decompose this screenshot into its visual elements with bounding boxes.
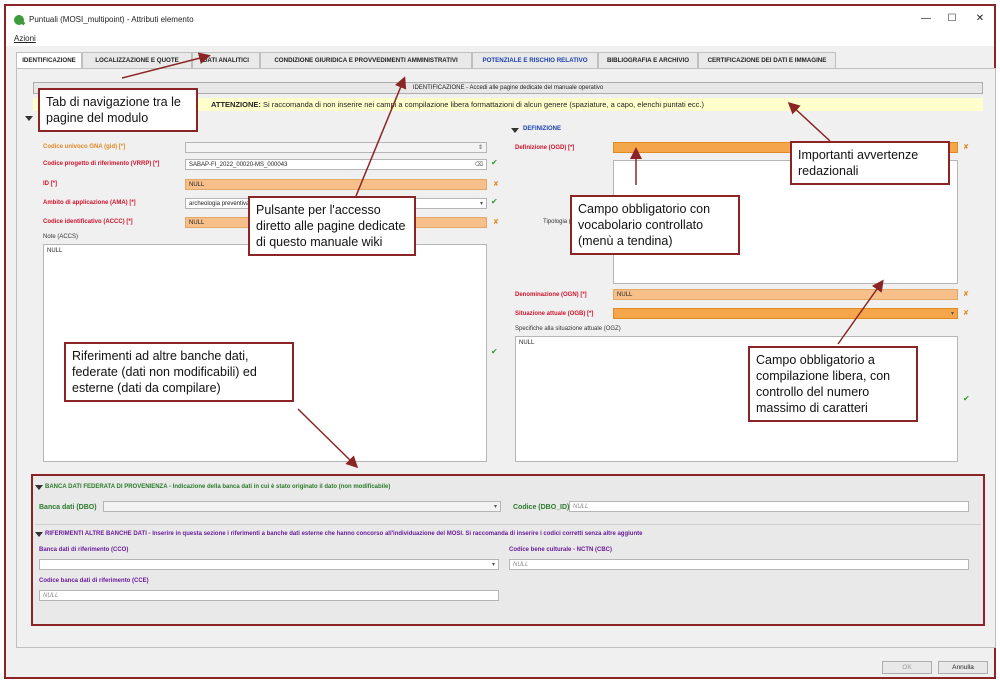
tab-bibliografia[interactable]: BIBLIOGRAFIA E ARCHIVIO: [598, 52, 698, 68]
callout-wiki: Pulsante per l'accesso diretto alle pagi…: [248, 196, 416, 256]
cbc-field[interactable]: NULL: [509, 559, 969, 570]
chevron-down-icon[interactable]: ▾: [480, 199, 483, 208]
tab-potenziale-rischio[interactable]: POTENZIALE E RISCHIO RELATIVO: [472, 52, 598, 68]
accs-valid-icon: ✔: [491, 347, 498, 356]
chevron-down-icon[interactable]: ▾: [951, 309, 954, 318]
banche-dati-box: BANCA DATI FEDERATA DI PROVENIENZA - Ind…: [31, 474, 985, 626]
collapse-federata-icon[interactable]: [35, 485, 43, 490]
ogz-label: Specifiche alla situazione attuale (OGZ): [515, 326, 621, 332]
maximize-button[interactable]: ☐: [940, 11, 964, 27]
dbo-id-label: Codice (DBO_ID): [513, 504, 570, 511]
menu-bar: Azioni: [6, 32, 994, 46]
ogd-label: Definizione (OGD) [*]: [515, 145, 575, 151]
id-label: ID [*]: [43, 181, 57, 187]
cce-label: Codice banca dati di riferimento (CCE): [39, 578, 149, 584]
tab-dati-analitici[interactable]: DATI ANALITICI: [192, 52, 260, 68]
cce-field[interactable]: NULL: [39, 590, 499, 601]
vrrp-label: Codice progetto di riferimento (VRRP) [*…: [43, 161, 160, 167]
tab-localizzazione[interactable]: LOCALIZZAZIONE E QUOTE: [82, 52, 192, 68]
spin-icon[interactable]: ⇕: [478, 143, 483, 152]
ogb-label: Situazione attuale (OGB) [*]: [515, 311, 594, 317]
warning-text: Si raccomanda di non inserire nei campi …: [260, 100, 705, 109]
callout-avvertenze: Importanti avvertenze redazionali: [790, 141, 950, 185]
gid-field[interactable]: ⇕: [185, 142, 487, 153]
ogb-invalid-icon: ✘: [963, 310, 969, 317]
callout-vocabolario: Campo obbligatorio con vocabolario contr…: [570, 195, 740, 255]
id-invalid-icon: ✘: [493, 181, 499, 188]
ogb-select[interactable]: ▾: [613, 308, 958, 319]
definizione-section-title: DEFINIZIONE: [523, 126, 562, 132]
qgis-logo-icon: [14, 15, 24, 25]
ogn-field[interactable]: NULL: [613, 289, 958, 300]
dbo-id-field[interactable]: NULL: [569, 501, 969, 512]
cbc-label: Codice bene culturale - NCTN (CBC): [509, 547, 613, 553]
vrrp-value: SABAP-FI_2022_00020-MS_000043: [189, 162, 288, 168]
window-title: Puntuali (MOSI_multipoint) - Attributi e…: [29, 15, 194, 24]
vrrp-valid-icon: ✔: [491, 158, 498, 167]
divider: [35, 524, 981, 525]
ogn-label: Denominazione (OGN) [*]: [515, 292, 587, 298]
chevron-down-icon[interactable]: ▾: [492, 560, 495, 569]
dbo-select[interactable]: ▾: [103, 501, 501, 512]
dbo-label: Banca dati (DBO): [39, 504, 97, 511]
warning-prefix: ATTENZIONE:: [211, 100, 261, 109]
federata-title: BANCA DATI FEDERATA DI PROVENIENZA - Ind…: [45, 484, 391, 490]
chevron-down-icon[interactable]: ▾: [494, 502, 497, 511]
tab-condizione-giuridica[interactable]: CONDIZIONE GIURIDICA E PROVVEDIMENTI AMM…: [260, 52, 472, 68]
id-field[interactable]: NULL: [185, 179, 487, 190]
ogz-valid-icon: ✔: [963, 394, 970, 403]
ama-valid-icon: ✔: [491, 197, 498, 206]
ama-label: Ambito di applicazione (AMA) [*]: [43, 200, 136, 206]
cco-label: Banca dati di riferimento (CCO): [39, 547, 129, 553]
ogd-invalid-icon: ✘: [963, 144, 969, 151]
callout-libera: Campo obbligatorio a compilazione libera…: [748, 346, 918, 422]
title-bar: Puntuali (MOSI_multipoint) - Attributi e…: [6, 6, 994, 32]
altre-title: RIFERIMENTI ALTRE BANCHE DATI - Inserire…: [45, 531, 643, 537]
vrrp-field[interactable]: SABAP-FI_2022_00020-MS_000043 ⌫: [185, 159, 487, 170]
gid-label: Codice univoco GNA (gid) [*]: [43, 144, 126, 150]
accc-label: Codice identificativo (ACCC) [*]: [43, 219, 133, 225]
collapse-altre-icon[interactable]: [35, 532, 43, 537]
cancel-button[interactable]: Annulla: [938, 661, 988, 674]
minimize-button[interactable]: —: [914, 11, 938, 27]
collapse-left-icon[interactable]: [25, 116, 33, 121]
tab-identificazione[interactable]: IDENTIFICAZIONE: [16, 52, 82, 69]
collapse-definizione-icon[interactable]: [511, 128, 519, 133]
callout-tabs: Tab di navigazione tra le pagine del mod…: [38, 88, 198, 132]
tab-certificazione[interactable]: CERTIFICAZIONE DEI DATI E IMMAGINE: [698, 52, 836, 68]
cco-select[interactable]: ▾: [39, 559, 499, 570]
ok-button[interactable]: OK: [882, 661, 932, 674]
accc-invalid-icon: ✘: [493, 219, 499, 226]
menu-azioni[interactable]: Azioni: [14, 34, 36, 43]
ama-value: archeologia preventiva: [189, 201, 250, 207]
accs-label: Note (ACCS): [43, 234, 79, 240]
callout-riferimenti: Riferimenti ad altre banche dati, federa…: [64, 342, 294, 402]
tab-bar: IDENTIFICAZIONE LOCALIZZAZIONE E QUOTE D…: [16, 52, 984, 69]
ogn-invalid-icon: ✘: [963, 291, 969, 298]
clear-icon[interactable]: ⌫: [475, 160, 483, 169]
close-button[interactable]: ✕: [968, 11, 992, 27]
